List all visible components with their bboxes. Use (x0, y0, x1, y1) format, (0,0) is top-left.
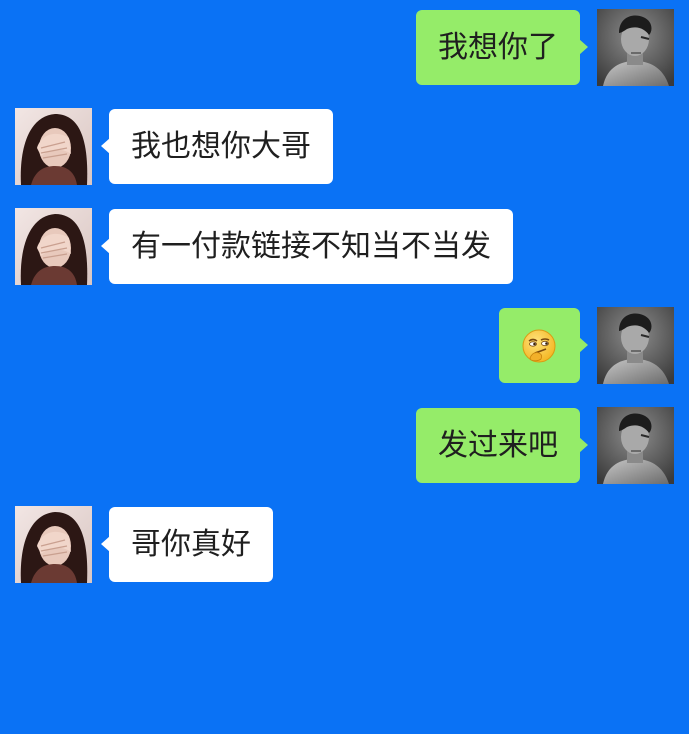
thinking-smirk-emoji-icon (522, 329, 556, 363)
message-row-incoming: 我也想你大哥 (0, 108, 689, 186)
message-row-incoming: 有一付款链接不知当不当发 (0, 208, 689, 286)
message-bubble-outgoing-emoji[interactable] (499, 308, 588, 383)
message-text: 我也想你大哥 (131, 129, 311, 164)
male-portrait-avatar[interactable] (597, 307, 674, 384)
message-text: 发过来吧 (438, 428, 558, 463)
message-row-outgoing: 我想你了 (0, 9, 689, 87)
message-bubble-incoming[interactable]: 哥你真好 (101, 507, 273, 582)
male-portrait-avatar[interactable] (597, 407, 674, 484)
chat-message-list: 我想你了 我也想你大哥 有一付款链接不知当不当发 发过来吧 哥你真好 (0, 0, 689, 734)
male-portrait-avatar[interactable] (597, 9, 674, 86)
female-face-covered-avatar[interactable] (15, 108, 92, 185)
message-row-outgoing (0, 307, 689, 385)
message-text: 哥你真好 (131, 527, 251, 562)
message-text: 我想你了 (438, 30, 558, 65)
message-bubble-outgoing[interactable]: 发过来吧 (416, 408, 588, 483)
message-bubble-incoming[interactable]: 有一付款链接不知当不当发 (101, 209, 513, 284)
message-text: 有一付款链接不知当不当发 (131, 229, 491, 264)
female-face-covered-avatar[interactable] (15, 208, 92, 285)
message-row-incoming: 哥你真好 (0, 506, 689, 584)
message-bubble-outgoing[interactable]: 我想你了 (416, 10, 588, 85)
female-face-covered-avatar[interactable] (15, 506, 92, 583)
message-row-outgoing: 发过来吧 (0, 407, 689, 485)
message-bubble-incoming[interactable]: 我也想你大哥 (101, 109, 333, 184)
